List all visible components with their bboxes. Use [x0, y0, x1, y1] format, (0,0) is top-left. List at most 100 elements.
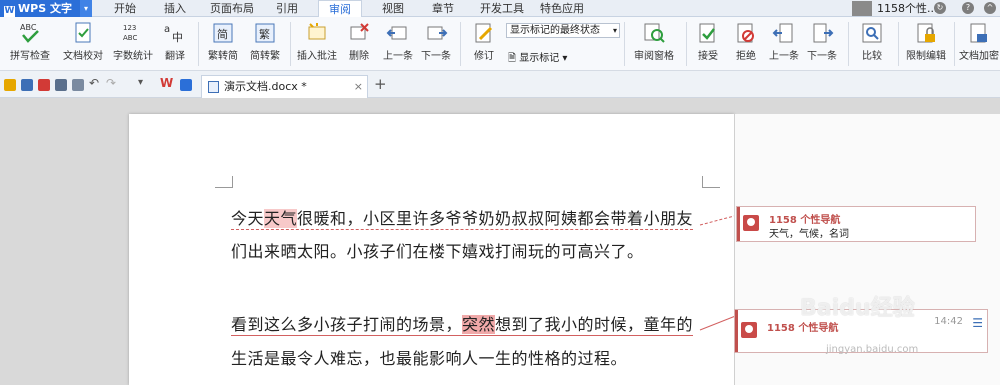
close-icon[interactable]: ×: [354, 76, 363, 97]
review-pane-icon: [644, 23, 665, 43]
customize-dropdown-icon[interactable]: ▾: [138, 77, 150, 89]
spell-check-button[interactable]: ABC 拼写检查: [4, 17, 56, 71]
track-changes-button[interactable]: 修订: [464, 17, 504, 71]
wps-docs-icon[interactable]: W: [160, 76, 173, 90]
undo-icon[interactable]: ↶: [89, 76, 101, 90]
comment-bar: [737, 207, 740, 241]
separator: [898, 22, 899, 66]
translate-icon: a中: [164, 24, 183, 44]
prev-change-icon: [772, 23, 793, 43]
crop-mark: [702, 176, 720, 188]
paragraph-1-line-1[interactable]: 今天天气很暖和，小区里许多爷爷奶奶叔叔阿姨都会带着小朋友: [231, 205, 694, 230]
tab-page-layout[interactable]: 页面布局: [208, 0, 256, 17]
encrypt-icon: [970, 23, 987, 43]
svg-text:繁: 繁: [259, 27, 270, 41]
help-icon[interactable]: ?: [962, 2, 974, 14]
chevron-up-icon[interactable]: ^: [984, 2, 996, 14]
chevron-down-icon[interactable]: ▾: [80, 0, 92, 17]
export-pdf-icon[interactable]: [38, 79, 50, 91]
paragraph-2-line-2[interactable]: 生活是最令人难忘，也最能影响人一生的性格的过程。: [231, 345, 627, 369]
simp-to-trad-button[interactable]: 繁 简转繁: [246, 17, 284, 71]
separator: [686, 22, 687, 66]
comment-text[interactable]: 天气，气候，名词: [769, 225, 849, 240]
wps-logo-icon: W: [4, 6, 15, 17]
separator: [624, 22, 625, 66]
doc-check-icon: [75, 22, 91, 43]
document-tab-title: 演示文档.docx *: [224, 80, 307, 93]
reject-button[interactable]: 拒绝: [728, 17, 764, 71]
save-icon[interactable]: [21, 79, 33, 91]
next-change-icon: [813, 23, 834, 43]
paragraph-1-line-2[interactable]: 们出来晒太阳。小孩子们在楼下嬉戏打闹玩的可高兴了。: [231, 238, 644, 262]
comment-menu-icon[interactable]: ☰: [972, 316, 983, 330]
watermark-url: jingyan.baidu.com: [826, 344, 919, 355]
word-count-icon: 123 ABC: [123, 24, 137, 42]
accept-button[interactable]: 接受: [690, 17, 726, 71]
review-pane-button[interactable]: 审阅窗格: [628, 17, 680, 71]
document-tab[interactable]: 演示文档.docx * ×: [201, 75, 368, 98]
restrict-edit-button[interactable]: 限制编辑: [902, 17, 950, 71]
tab-featured[interactable]: 特色应用: [538, 0, 586, 17]
comment-time: 14:42: [934, 316, 963, 327]
encrypt-button[interactable]: 文档加密: [958, 17, 1000, 71]
tab-references[interactable]: 引用: [272, 0, 302, 17]
next-comment-button[interactable]: 下一条: [418, 17, 454, 71]
quick-access-bar: ↶ ↷ ▾ W 演示文档.docx * × +: [0, 71, 1000, 98]
comment-card[interactable]: 1158 个性导航 天气，气候，名词: [736, 206, 976, 242]
compare-button[interactable]: 比较: [852, 17, 892, 71]
next-change-button[interactable]: 下一条: [804, 17, 840, 71]
markup-icon: 🗎: [508, 53, 517, 64]
cloud-box-icon[interactable]: [180, 79, 192, 91]
markup-state-select[interactable]: 显示标记的最终状态 ▾: [506, 23, 620, 38]
reject-icon: [737, 23, 754, 43]
print-icon[interactable]: [55, 79, 67, 91]
show-markup-button[interactable]: 🗎 显示标记 ▾: [508, 49, 567, 68]
insert-comment-button[interactable]: 插入批注: [294, 17, 340, 71]
separator: [290, 22, 291, 66]
watermark: Baidu经验: [800, 296, 915, 321]
user-area[interactable]: 1158个性... ↻ ? ^: [852, 0, 1000, 17]
insert-comment-icon: [308, 23, 326, 40]
svg-text:中: 中: [172, 31, 183, 44]
crop-mark: [215, 176, 233, 188]
svg-text:ABC: ABC: [20, 23, 37, 32]
new-tab-button[interactable]: +: [374, 75, 387, 93]
tab-insert[interactable]: 插入: [160, 0, 190, 17]
delete-comment-button[interactable]: 删除: [342, 17, 376, 71]
chevron-down-icon: ▾: [612, 26, 617, 35]
user-name: 1158个性...: [877, 2, 938, 15]
word-count-button[interactable]: 123 ABC 字数统计: [110, 17, 156, 71]
menu-bar: W WPS 文字 ▾ 开始 插入 页面布局 引用 审阅 视图 章节 开发工具 特色…: [0, 0, 1000, 18]
paragraph-2-line-1[interactable]: 看到这么多小孩子打闹的场景，突然想到了我小的时候，童年的: [231, 311, 694, 336]
simp-to-trad-icon: 繁: [255, 23, 275, 43]
tab-home[interactable]: 开始: [110, 0, 140, 17]
tab-review[interactable]: 审阅: [318, 0, 362, 18]
tab-chapter[interactable]: 章节: [428, 0, 458, 17]
redo-icon[interactable]: ↷: [106, 76, 118, 90]
prev-change-button[interactable]: 上一条: [766, 17, 802, 71]
doc-proofread-button[interactable]: 文档校对: [60, 17, 106, 71]
svg-text:a: a: [164, 24, 170, 35]
comment-bar: [735, 310, 738, 352]
user-icon: [743, 215, 759, 231]
compare-icon: [862, 23, 882, 43]
tab-developer[interactable]: 开发工具: [478, 0, 526, 17]
svg-text:简: 简: [217, 27, 228, 41]
open-folder-icon[interactable]: [4, 79, 16, 91]
tab-view[interactable]: 视图: [378, 0, 408, 17]
translate-button[interactable]: a中 翻译: [158, 17, 192, 71]
commented-text[interactable]: 天气: [264, 209, 298, 228]
trad-to-simp-button[interactable]: 简 繁转简: [204, 17, 242, 71]
prev-comment-button[interactable]: 上一条: [380, 17, 416, 71]
commented-text[interactable]: 突然: [462, 315, 496, 334]
separator: [198, 22, 199, 66]
print-preview-icon[interactable]: [72, 79, 84, 91]
prev-comment-icon: [386, 26, 407, 40]
app-menu-button[interactable]: W WPS 文字 ▾: [0, 0, 92, 17]
refresh-icon[interactable]: ↻: [934, 2, 946, 14]
restrict-edit-icon: [917, 23, 935, 43]
avatar[interactable]: [852, 1, 872, 16]
track-changes-icon: [475, 23, 493, 43]
separator: [460, 22, 461, 66]
svg-text:ABC: ABC: [123, 34, 137, 42]
